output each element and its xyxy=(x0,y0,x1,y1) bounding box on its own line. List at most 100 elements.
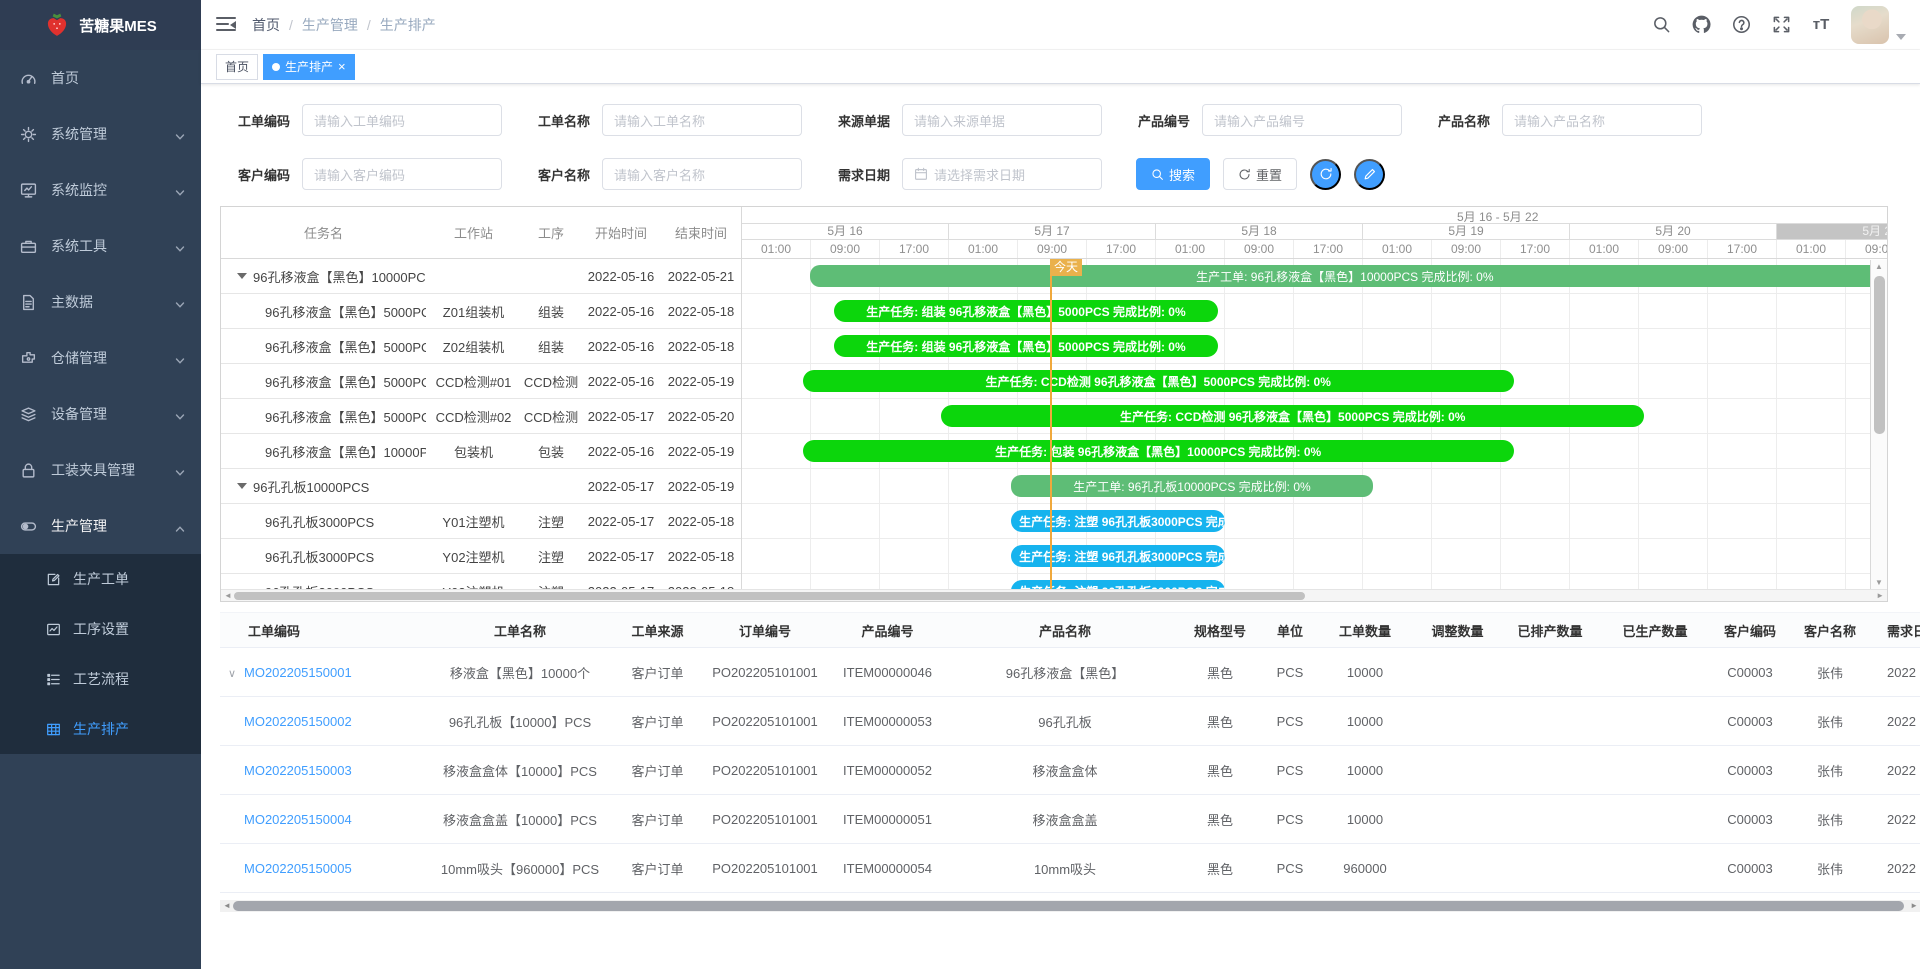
sidebar-collapse-icon[interactable] xyxy=(216,17,236,32)
avatar[interactable] xyxy=(1851,6,1889,44)
close-icon[interactable]: × xyxy=(338,60,346,73)
gantt-task-row[interactable]: 96孔孔板10000PCS2022-05-172022-05-19 xyxy=(221,469,741,504)
gantt-vertical-scrollbar[interactable]: ▲ ▼ xyxy=(1870,260,1887,589)
sidebar-subitem-1[interactable]: 工序设置 xyxy=(0,604,201,654)
fullscreen-icon[interactable] xyxy=(1771,15,1791,35)
gantt-hscroll-thumb[interactable] xyxy=(234,592,1305,600)
gantt-task-bar[interactable]: 生产任务: 注塑 96孔孔板3000PCS 完成比例: 0% xyxy=(1011,545,1225,567)
font-size-icon[interactable]: тT xyxy=(1811,15,1831,35)
text-input[interactable]: 请输入工单编码 xyxy=(302,104,502,136)
gantt-task-row[interactable]: 96孔孔板3000PCSY03注塑机注塑2022-05-172022-05-18 xyxy=(221,574,741,589)
table-row[interactable]: MO202205150004移液盒盒盖【10000】PCS客户订单PO20220… xyxy=(220,795,1920,844)
gantt-task-row[interactable]: 96孔移液盒【黑色】10000PCS包装机包装2022-05-162022-05… xyxy=(221,434,741,469)
table-cell xyxy=(1410,697,1505,746)
sidebar-item-2[interactable]: 系统监控 xyxy=(0,162,201,218)
workorder-link[interactable]: MO202205150002 xyxy=(244,714,352,729)
sidebar-item-8[interactable]: 生产管理 xyxy=(0,498,201,554)
layers-icon xyxy=(20,406,37,423)
breadcrumb-item[interactable]: 生产管理 xyxy=(302,15,358,35)
gantt-task-bar[interactable]: 生产任务: 组装 96孔移液盒【黑色】5000PCS 完成比例: 0% xyxy=(834,300,1219,322)
gantt-task-cell: 注塑 xyxy=(521,512,581,531)
table-cell: 客户订单 xyxy=(610,844,705,893)
column-header: 客户编码 xyxy=(1715,613,1785,648)
workorder-link[interactable]: MO202205150005 xyxy=(244,861,352,876)
text-input[interactable]: 请输入客户编码 xyxy=(302,158,502,190)
gantt-day-label: 5月 20 xyxy=(1570,224,1777,239)
scroll-left-icon[interactable]: ◄ xyxy=(223,900,231,912)
table-horizontal-scrollbar[interactable]: ◄ ► xyxy=(220,900,1920,912)
text-input[interactable]: 请输入客户名称 xyxy=(602,158,802,190)
help-icon[interactable] xyxy=(1731,15,1751,35)
topbar-actions: тT xyxy=(1651,6,1906,44)
table-hscroll-thumb[interactable] xyxy=(233,901,1904,911)
scroll-up-icon[interactable]: ▲ xyxy=(1871,262,1887,271)
gantt-task-row[interactable]: 96孔移液盒【黑色】5000PCSZ01组装机组装2022-05-162022-… xyxy=(221,294,741,329)
expand-row-icon[interactable]: ∨ xyxy=(228,667,244,680)
gantt-task-row[interactable]: 96孔移液盒【黑色】5000PCSCCD检测#01CCD检测2022-05-16… xyxy=(221,364,741,399)
table-row[interactable]: MO202205150003移液盒盒体【10000】PCS客户订单PO20220… xyxy=(220,746,1920,795)
gantt-task-bar[interactable]: 生产任务: CCD检测 96孔移液盒【黑色】5000PCS 完成比例: 0% xyxy=(941,405,1644,427)
sidebar-item-4[interactable]: 主数据 xyxy=(0,274,201,330)
tab-1[interactable]: 生产排产× xyxy=(263,54,355,80)
sidebar: 苦糖果MES 首页系统管理系统监控系统工具主数据仓储管理设备管理工装夹具管理生产… xyxy=(0,0,201,969)
column-header: 规格型号 xyxy=(1180,613,1260,648)
workorder-link[interactable]: MO202205150004 xyxy=(244,812,352,827)
sidebar-item-7[interactable]: 工装夹具管理 xyxy=(0,442,201,498)
gantt-horizontal-scrollbar[interactable]: ◄ ► xyxy=(221,589,1887,601)
gantt-order-bar[interactable]: 生产工单: 96孔孔板10000PCS 完成比例: 0% xyxy=(1011,475,1373,497)
filter-field: 需求日期请选择需求日期 xyxy=(820,158,1102,190)
gantt-order-bar[interactable]: 生产工单: 96孔移液盒【黑色】10000PCS 完成比例: 0% xyxy=(810,265,1881,287)
workorder-link[interactable]: MO202205150003 xyxy=(244,763,352,778)
sidebar-subitem-2[interactable]: 工艺流程 xyxy=(0,654,201,704)
gantt-task-row[interactable]: 96孔移液盒【黑色】10000PCS2022-05-162022-05-21 xyxy=(221,259,741,294)
gantt-vscroll-thumb[interactable] xyxy=(1874,276,1885,434)
text-input[interactable]: 请输入产品名称 xyxy=(1502,104,1702,136)
reset-button[interactable]: 重置 xyxy=(1223,158,1297,190)
gantt-task-bar[interactable]: 生产任务: 包装 96孔移液盒【黑色】10000PCS 完成比例: 0% xyxy=(803,440,1514,462)
app-logo[interactable]: 苦糖果MES xyxy=(0,0,201,50)
warehouse-icon xyxy=(20,350,37,367)
github-icon[interactable] xyxy=(1691,15,1711,35)
collapse-triangle-icon[interactable] xyxy=(237,273,247,279)
input-placeholder: 请输入客户编码 xyxy=(314,165,405,184)
sidebar-item-6[interactable]: 设备管理 xyxy=(0,386,201,442)
tab-0[interactable]: 首页 xyxy=(216,54,258,80)
scroll-left-icon[interactable]: ◄ xyxy=(224,590,232,602)
user-menu[interactable] xyxy=(1851,6,1906,44)
gantt-task-row[interactable]: 96孔移液盒【黑色】5000PCSZ02组装机组装2022-05-162022-… xyxy=(221,329,741,364)
text-input[interactable]: 请输入来源单据 xyxy=(902,104,1102,136)
table-row[interactable]: ∨MO202205150001移液盒【黑色】10000个客户订单PO202205… xyxy=(220,648,1920,697)
date-input[interactable]: 请选择需求日期 xyxy=(902,158,1102,190)
sidebar-item-0[interactable]: 首页 xyxy=(0,50,201,106)
workorder-link[interactable]: MO202205150001 xyxy=(244,665,352,680)
edit-schedule-button[interactable] xyxy=(1354,159,1385,190)
gantt-task-row[interactable]: 96孔孔板3000PCSY01注塑机注塑2022-05-172022-05-18 xyxy=(221,504,741,539)
refresh-gantt-button[interactable] xyxy=(1310,159,1341,190)
gantt-bar-row: 生产任务: 包装 96孔移液盒【黑色】10000PCS 完成比例: 0% xyxy=(742,434,1887,469)
collapse-triangle-icon[interactable] xyxy=(237,483,247,489)
table-row[interactable]: MO20220515000296孔孔板【10000】PCS客户订单PO20220… xyxy=(220,697,1920,746)
gantt-task-bar[interactable]: 生产任务: CCD检测 96孔移液盒【黑色】5000PCS 完成比例: 0% xyxy=(803,370,1514,392)
table-row[interactable]: MO20220515000510mm吸头【960000】PCS客户订单PO202… xyxy=(220,844,1920,893)
sidebar-subitem-0[interactable]: 生产工单 xyxy=(0,554,201,604)
gantt-tick-label: 01:00 xyxy=(949,240,1018,258)
gantt-task-bar[interactable]: 生产任务: 注塑 96孔孔板3000PCS 完成比例: 0% xyxy=(1011,580,1225,589)
scroll-right-icon[interactable]: ► xyxy=(1910,900,1918,912)
gantt-task-bar[interactable]: 生产任务: 组装 96孔移液盒【黑色】5000PCS 完成比例: 0% xyxy=(834,335,1219,357)
scroll-down-icon[interactable]: ▼ xyxy=(1871,578,1887,587)
text-input[interactable]: 请输入产品编号 xyxy=(1202,104,1402,136)
search-button[interactable]: 搜索 xyxy=(1136,158,1210,190)
sidebar-item-5[interactable]: 仓储管理 xyxy=(0,330,201,386)
gantt-bar-row: 生产任务: 组装 96孔移液盒【黑色】5000PCS 完成比例: 0% xyxy=(742,294,1887,329)
sidebar-subitem-3[interactable]: 生产排产 xyxy=(0,704,201,754)
scroll-right-icon[interactable]: ► xyxy=(1876,590,1884,602)
sidebar-item-3[interactable]: 系统工具 xyxy=(0,218,201,274)
text-input[interactable]: 请输入工单名称 xyxy=(602,104,802,136)
gantt-task-row[interactable]: 96孔移液盒【黑色】5000PCSCCD检测#02CCD检测2022-05-17… xyxy=(221,399,741,434)
search-icon[interactable] xyxy=(1651,15,1671,35)
gantt-task-bar[interactable]: 生产任务: 注塑 96孔孔板3000PCS 完成比例: 0% xyxy=(1011,510,1225,532)
breadcrumb-item[interactable]: 首页 xyxy=(252,15,280,35)
table-cell: 黑色 xyxy=(1180,648,1260,697)
sidebar-item-1[interactable]: 系统管理 xyxy=(0,106,201,162)
gantt-task-row[interactable]: 96孔孔板3000PCSY02注塑机注塑2022-05-172022-05-18 xyxy=(221,539,741,574)
